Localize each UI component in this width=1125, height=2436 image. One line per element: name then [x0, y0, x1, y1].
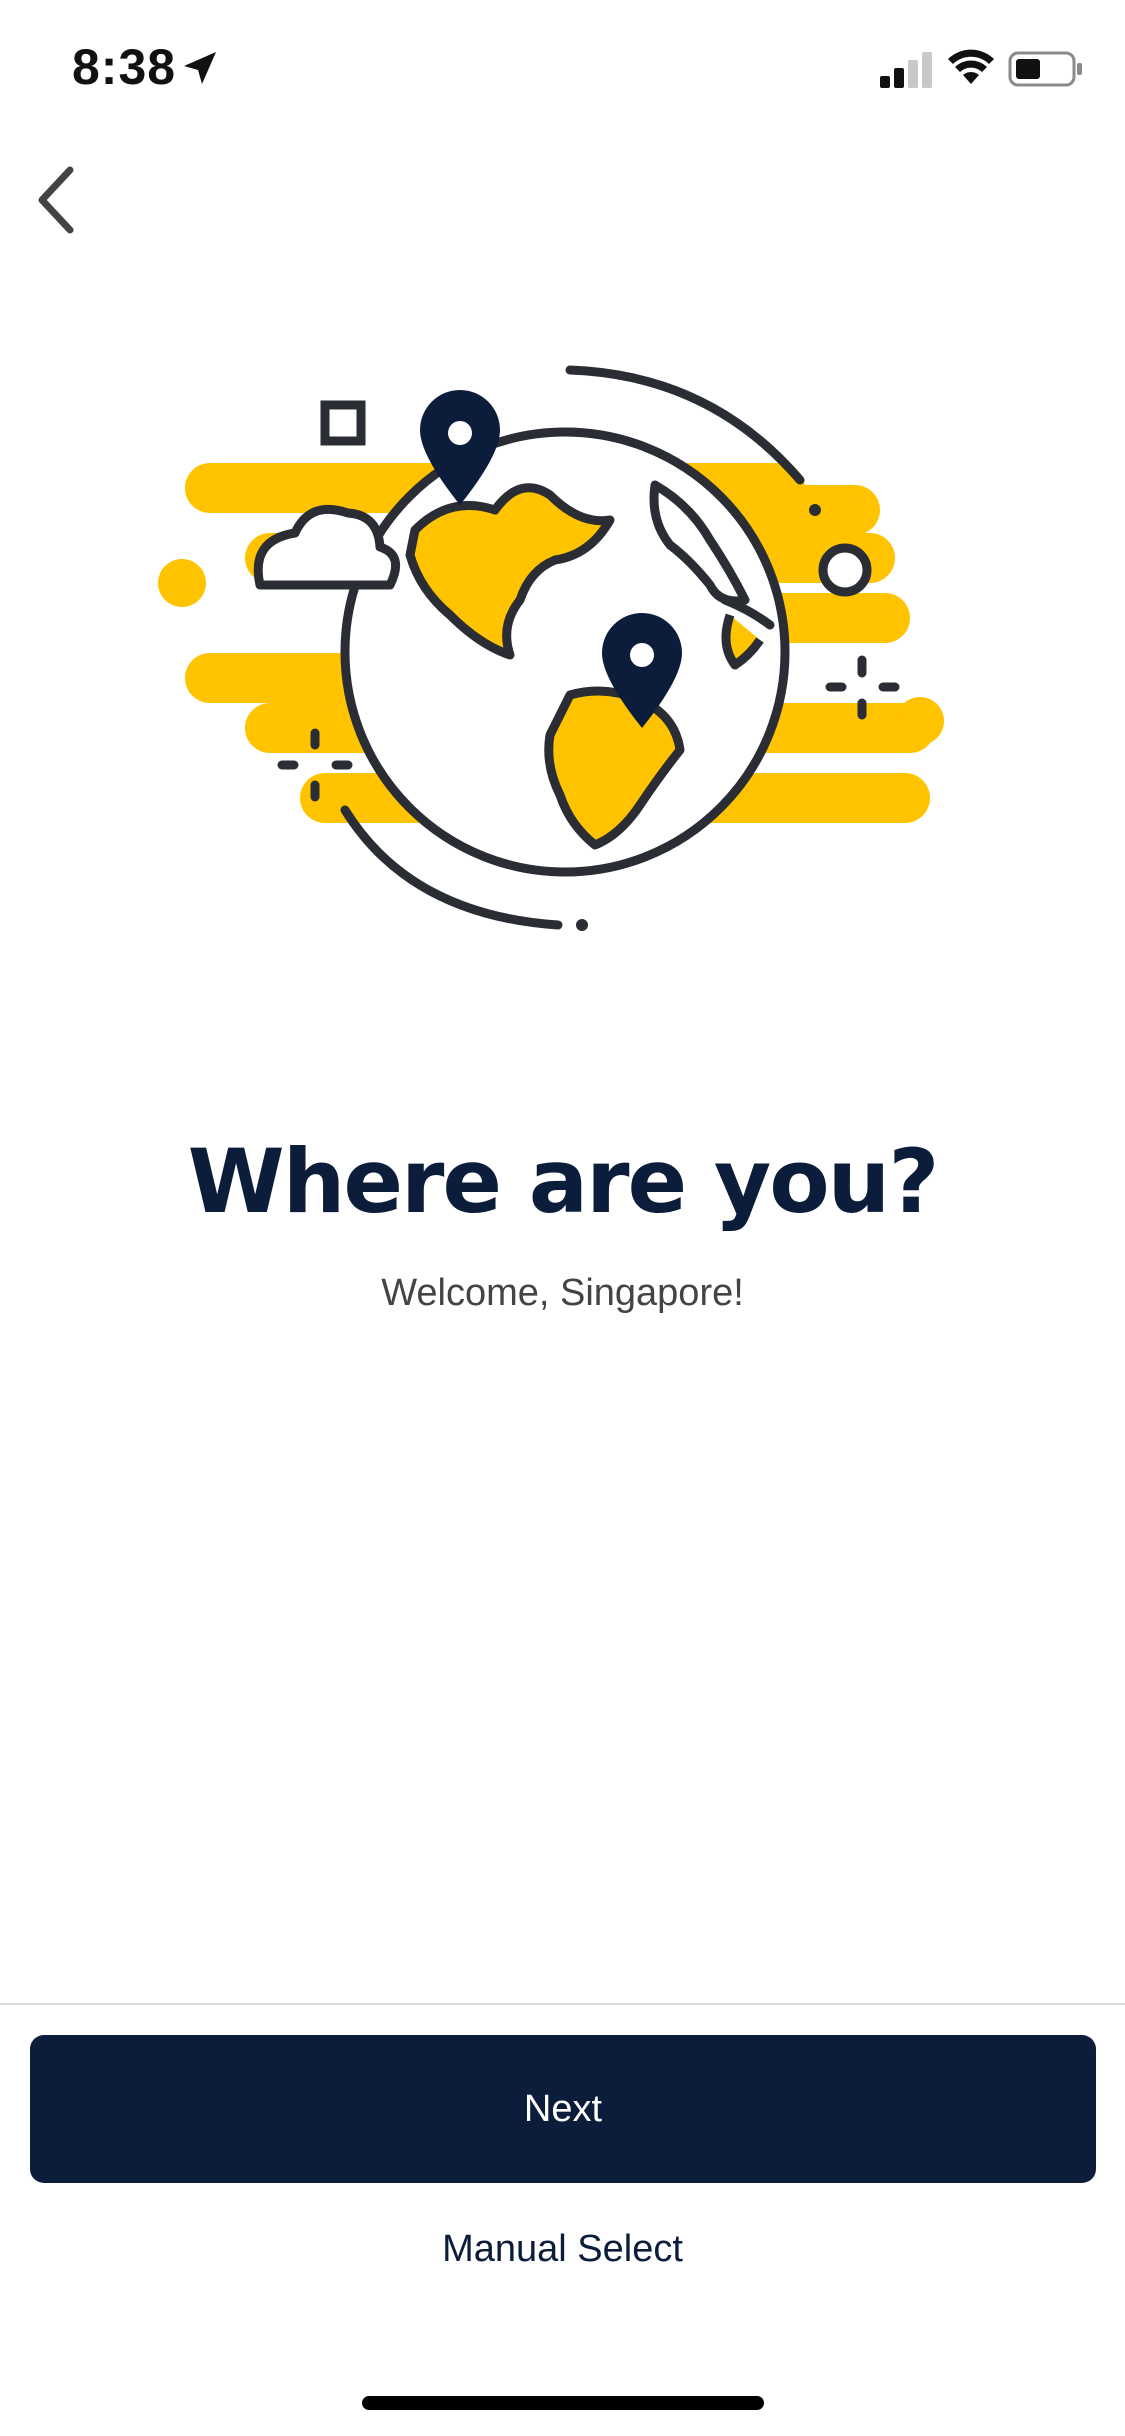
footer-divider	[0, 2003, 1125, 2005]
location-screen: 8:38 Where are you? Welcome, Singapore! …	[0, 0, 1125, 2436]
welcome-subtitle: Welcome, Singapore!	[381, 1272, 744, 1314]
chevron-left-icon	[38, 166, 74, 234]
status-bar: 8:38	[0, 0, 1125, 132]
globe-illustration	[158, 365, 944, 931]
status-time: 8:38	[72, 39, 177, 95]
manual-select-link[interactable]: Manual Select	[0, 2228, 1125, 2271]
next-button[interactable]: Next	[30, 2035, 1096, 2183]
page-title: Where are you?	[187, 1130, 940, 1233]
wifi-icon	[948, 49, 994, 84]
home-indicator	[362, 2396, 764, 2410]
location-arrow-icon	[184, 52, 216, 84]
battery-icon	[1008, 51, 1082, 87]
cellular-signal-icon	[880, 52, 932, 88]
back-button[interactable]	[16, 160, 96, 240]
